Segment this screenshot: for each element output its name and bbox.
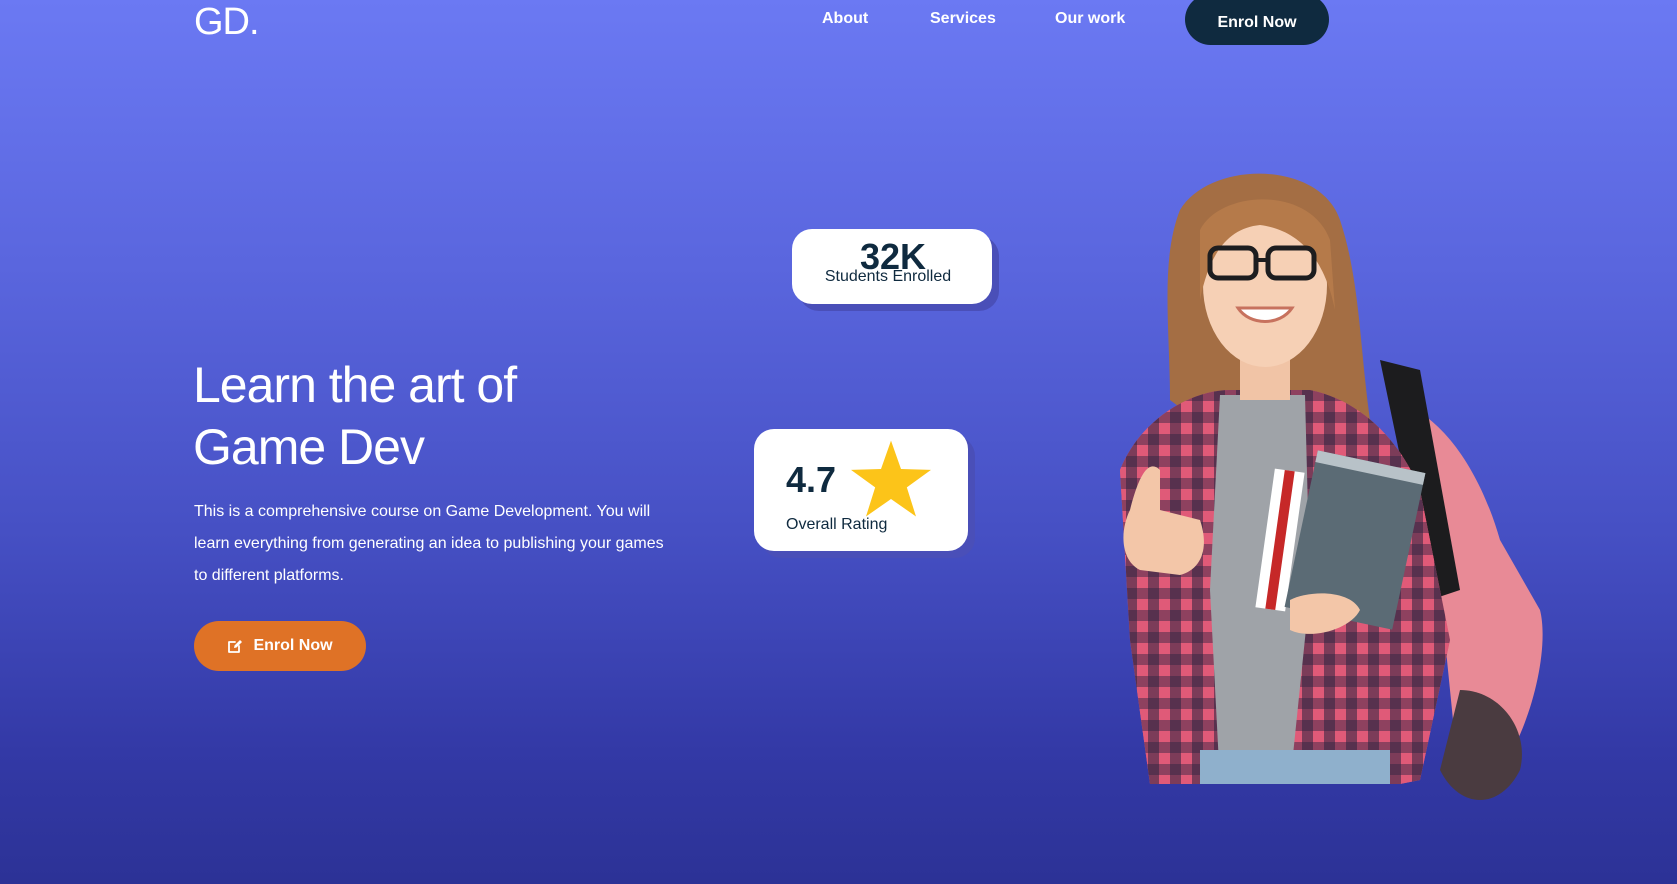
students-enrolled-card: 32K Students Enrolled [792, 229, 992, 304]
hero-title: Learn the art of Game Dev [193, 354, 713, 478]
rating-label: Overall Rating [786, 516, 888, 533]
student-photo [1120, 173, 1543, 800]
hero-section: GD. About Services Our work Enrol Now Le… [0, 0, 1677, 884]
star-icon [851, 440, 931, 517]
hero-title-line-1: Learn the art of [193, 357, 517, 413]
enrol-now-label: Enrol Now [253, 637, 333, 654]
nav-link-about[interactable]: About [822, 9, 868, 29]
edit-icon [228, 640, 243, 653]
rating-value: 4.7 [786, 459, 837, 500]
overall-rating-card: 4.7 Overall Rating [754, 429, 968, 551]
nav-link-services[interactable]: Services [930, 9, 996, 29]
nav-enrol-button[interactable]: Enrol Now [1185, 0, 1329, 45]
nav-link-our-work[interactable]: Our work [1055, 9, 1125, 29]
enrol-now-button[interactable]: Enrol Now [194, 621, 366, 671]
students-label: Students Enrolled [824, 268, 952, 285]
site-logo[interactable]: GD. [194, 2, 260, 42]
hero-description: This is a comprehensive course on Game D… [194, 503, 664, 584]
hero-title-line-2: Game Dev [193, 419, 425, 475]
